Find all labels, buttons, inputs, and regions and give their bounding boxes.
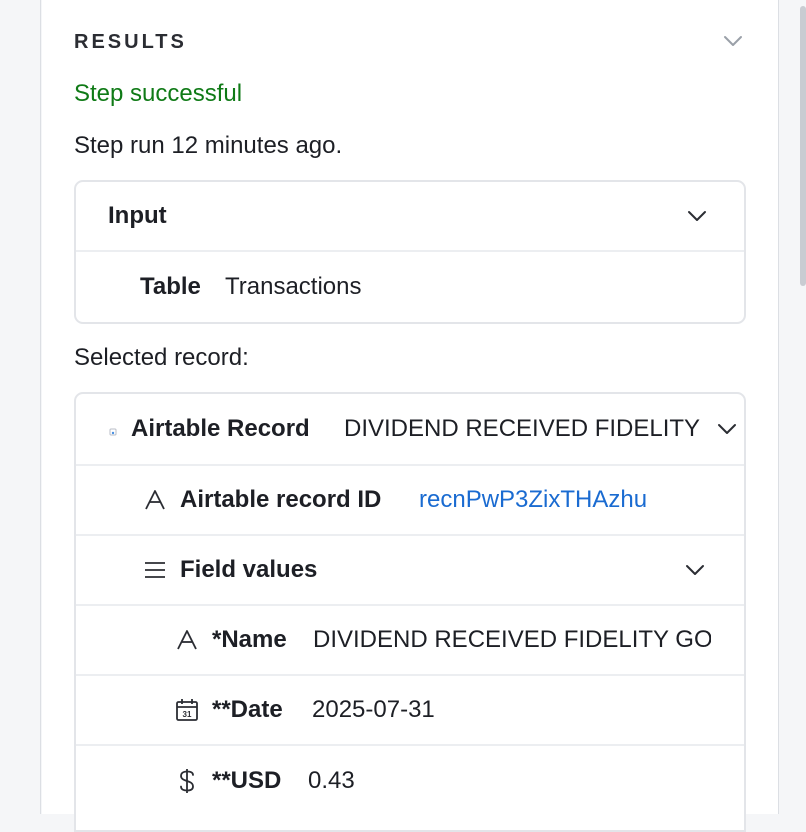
text-icon: [177, 630, 197, 650]
chevron-down-icon[interactable]: [686, 205, 708, 227]
calendar-day: 31: [183, 710, 192, 719]
field-label: *Name: [212, 626, 287, 653]
input-header[interactable]: Input: [76, 182, 744, 252]
calendar-icon: 31: [176, 699, 198, 721]
field-row-usd: **USD 0.43: [76, 746, 744, 816]
record-icon: [108, 424, 118, 436]
input-row-value: Transactions: [225, 273, 362, 300]
input-heading: Input: [108, 202, 167, 229]
dollar-icon: [180, 769, 194, 793]
results-title: RESULTS: [74, 31, 187, 53]
status-text: Step successful: [74, 80, 243, 107]
record-value: DIVIDEND RECEIVED FIDELITY: [344, 415, 701, 442]
chevron-down-icon[interactable]: [684, 559, 706, 581]
record-id-link[interactable]: recnPwP3ZixTHAzhu: [419, 486, 647, 514]
text-icon: [145, 490, 165, 510]
run-info-text: Step run 12 minutes ago.: [74, 132, 343, 159]
results-header[interactable]: RESULTS: [74, 30, 746, 58]
field-value: 2025-07-31: [312, 696, 435, 723]
field-values-row[interactable]: Field values: [76, 536, 744, 606]
scrollbar-thumb[interactable]: [800, 6, 806, 286]
record-card: Airtable Record DIVIDEND RECEIVED FIDELI…: [74, 392, 746, 832]
step-panel: RESULTS Step successful Step run 12 minu…: [42, 0, 778, 832]
field-value: DIVIDEND RECEIVED FIDELITY GOVERNMENT: [313, 626, 711, 653]
chevron-down-icon[interactable]: [716, 418, 738, 440]
record-label: Airtable Record: [131, 415, 310, 442]
selected-record-label: Selected record:: [74, 344, 249, 371]
field-values-label: Field values: [180, 556, 318, 583]
field-row-date: 31 **Date 2025-07-31: [76, 676, 744, 746]
chevron-down-icon[interactable]: [722, 30, 744, 52]
input-row-table: Table Transactions: [76, 252, 744, 322]
record-id-label: Airtable record ID: [180, 486, 382, 513]
input-row-label: Table: [140, 273, 201, 300]
field-label: **Date: [212, 696, 283, 723]
left-sidebar-edge: [0, 0, 41, 814]
record-header[interactable]: Airtable Record DIVIDEND RECEIVED FIDELI…: [76, 394, 744, 466]
list-icon: [145, 562, 165, 578]
field-label: **USD: [212, 767, 282, 794]
field-row-name: *Name DIVIDEND RECEIVED FIDELITY GOVERNM…: [76, 606, 744, 676]
record-id-row: Airtable record ID recnPwP3ZixTHAzhu: [76, 466, 744, 536]
field-value: 0.43: [308, 767, 355, 794]
input-card: Input Table Transactions: [74, 180, 746, 324]
